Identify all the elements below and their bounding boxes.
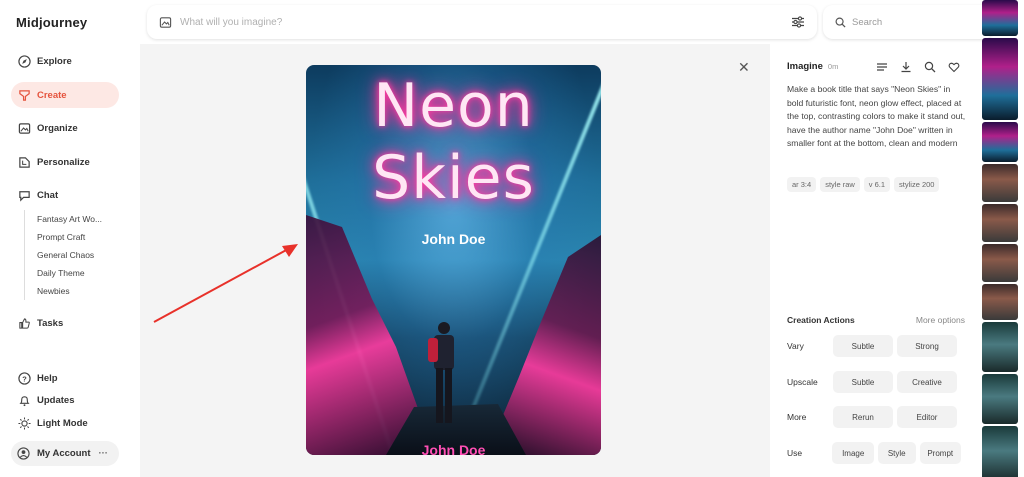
nav-organize[interactable]: Organize	[11, 115, 119, 141]
chat-room-item[interactable]: Daily Theme	[25, 264, 124, 282]
use-prompt-button[interactable]: Prompt	[919, 442, 961, 464]
thumbnail[interactable]	[982, 164, 1018, 202]
upscale-creative-button[interactable]: Creative	[897, 371, 957, 393]
thumbnail[interactable]	[982, 322, 1018, 372]
thumbnail[interactable]	[982, 122, 1018, 162]
hiker-figure	[428, 322, 454, 423]
thumbs-up-icon	[17, 316, 31, 330]
thumbnail[interactable]	[982, 0, 1018, 36]
close-icon[interactable]: ✕	[738, 59, 750, 76]
cover-title-line2: Skies	[372, 143, 535, 213]
vary-strong-button[interactable]: Strong	[897, 335, 957, 357]
nav-create-label: Create	[37, 89, 67, 101]
imagine-bar[interactable]: What will you imagine?	[147, 5, 817, 39]
creation-actions-title: Creation Actions	[787, 315, 855, 325]
search-bar[interactable]: Search	[823, 5, 993, 39]
search-icon[interactable]	[923, 60, 937, 74]
compass-icon	[17, 54, 31, 68]
heart-icon[interactable]	[947, 60, 961, 74]
download-icon[interactable]	[899, 60, 913, 74]
upscale-subtle-button[interactable]: Subtle	[833, 371, 893, 393]
param-tag[interactable]: ar 3:4	[787, 177, 817, 192]
svg-text:?: ?	[22, 374, 27, 383]
param-tag[interactable]: style raw	[820, 177, 860, 192]
search-icon	[835, 17, 846, 28]
upscale-row: Upscale Subtle Creative	[787, 371, 965, 393]
annotation-arrow	[153, 244, 298, 323]
nav-chat-label: Chat	[37, 189, 59, 201]
image-icon	[17, 121, 31, 135]
nav-updates-label: Updates	[37, 394, 75, 406]
generated-image[interactable]: Neon Skies John Doe John Doe	[306, 65, 601, 455]
chat-room-item[interactable]: Fantasy Art Wo...	[25, 210, 124, 228]
nav-explore-label: Explore	[37, 55, 72, 67]
details-header: Imagine 0m	[787, 61, 838, 72]
chat-room-item[interactable]: Newbies	[25, 282, 124, 300]
more-dots-icon[interactable]: ···	[98, 448, 108, 459]
details-toolbar	[875, 60, 961, 74]
vary-subtle-button[interactable]: Subtle	[833, 335, 893, 357]
details-title: Imagine	[787, 61, 823, 72]
nav-light-mode-label: Light Mode	[37, 417, 88, 429]
cover-author-top: John Doe	[421, 231, 486, 247]
use-row: Use Image Style Prompt	[787, 442, 965, 464]
upscale-label: Upscale	[787, 377, 818, 387]
thumbnail[interactable]	[982, 426, 1018, 477]
sidebar: Midjourney Explore Create Organize Perso…	[0, 0, 140, 477]
nav-light-mode[interactable]: Light Mode	[11, 410, 119, 436]
menu-lines-icon[interactable]	[875, 60, 889, 74]
more-row: More Rerun Editor	[787, 406, 965, 428]
thumbnail[interactable]	[982, 284, 1018, 320]
chat-room-item[interactable]: General Chaos	[25, 246, 124, 264]
account-button[interactable]: My Account ···	[11, 441, 119, 466]
brush-icon	[17, 88, 31, 102]
nav-tasks-label: Tasks	[37, 317, 64, 329]
nav-help-label: Help	[37, 372, 58, 384]
bell-icon	[17, 393, 31, 407]
personalize-icon	[17, 155, 31, 169]
prompt-text: Make a book title that says "Neon Skies"…	[787, 84, 966, 149]
nav-chat[interactable]: Chat	[11, 182, 119, 208]
cover-author-bottom: John Doe	[421, 442, 486, 455]
image-icon[interactable]	[159, 16, 172, 29]
nav-organize-label: Organize	[37, 122, 78, 134]
app-logo[interactable]: Midjourney	[16, 15, 87, 30]
chat-room-list: Fantasy Art Wo... Prompt Craft General C…	[24, 210, 124, 300]
thumbnail[interactable]	[982, 204, 1018, 242]
vary-label: Vary	[787, 341, 804, 351]
account-label: My Account	[37, 448, 91, 459]
nav-personalize[interactable]: Personalize	[11, 149, 119, 175]
help-icon: ?	[17, 371, 31, 385]
thumbnail-strip	[982, 0, 1024, 477]
imagine-input[interactable]: What will you imagine?	[180, 17, 791, 28]
details-time: 0m	[827, 62, 839, 71]
thumbnail[interactable]	[982, 374, 1018, 424]
editor-button[interactable]: Editor	[897, 406, 957, 428]
nav-create[interactable]: Create	[11, 82, 119, 108]
nav-tasks[interactable]: Tasks	[11, 310, 119, 336]
sun-icon	[17, 416, 31, 430]
nav-explore[interactable]: Explore	[11, 48, 119, 74]
thumbnail[interactable]	[982, 244, 1018, 282]
chat-icon	[17, 188, 31, 202]
use-label: Use	[787, 448, 803, 458]
cover-title-line1: Neon	[373, 71, 534, 141]
settings-sliders-icon[interactable]	[791, 15, 805, 29]
param-tag[interactable]: stylize 200	[894, 177, 940, 192]
vary-row: Vary Subtle Strong	[787, 335, 965, 357]
use-image-button[interactable]: Image	[832, 442, 874, 464]
parameter-tags: ar 3:4 style raw v 6.1 stylize 200	[787, 177, 940, 192]
rerun-button[interactable]: Rerun	[833, 406, 893, 428]
param-tag[interactable]: v 6.1	[863, 177, 891, 192]
nav-personalize-label: Personalize	[37, 156, 90, 168]
more-label: More	[787, 412, 807, 422]
use-style-button[interactable]: Style	[877, 442, 916, 464]
chat-room-item[interactable]: Prompt Craft	[25, 228, 124, 246]
creation-actions-header: Creation Actions More options	[787, 315, 965, 325]
search-input[interactable]: Search	[852, 17, 882, 28]
thumbnail[interactable]	[982, 38, 1018, 120]
more-options-link[interactable]: More options	[916, 315, 965, 325]
user-avatar-icon	[17, 446, 31, 461]
